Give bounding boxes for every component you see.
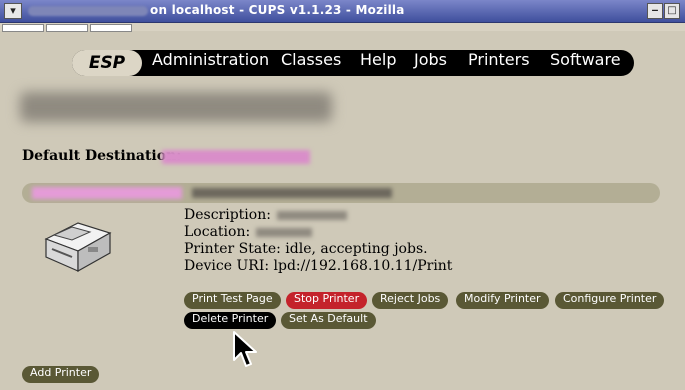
maximize-button[interactable]: □ xyxy=(664,3,680,19)
printer-header-bar xyxy=(22,183,660,203)
redacted-page-heading xyxy=(20,92,332,122)
nav-help[interactable]: Help xyxy=(360,50,396,76)
nav-jobs[interactable]: Jobs xyxy=(414,50,447,76)
redacted-location xyxy=(256,227,313,237)
redacted-description xyxy=(276,210,347,220)
printer-state: Printer State: idle, accepting jobs. xyxy=(184,241,428,257)
window-title: on localhost - CUPS v1.1.23 - Mozilla xyxy=(150,3,405,17)
configure-printer-button[interactable]: Configure Printer xyxy=(555,292,665,309)
mouse-pointer-icon xyxy=(233,331,257,367)
modify-printer-button[interactable]: Modify Printer xyxy=(456,292,549,309)
window-menu-button[interactable]: ▾ xyxy=(4,3,22,19)
printer-details: Description: Location: Printer State: id… xyxy=(184,207,452,275)
tab-strip xyxy=(0,23,685,32)
nav-printers[interactable]: Printers xyxy=(468,50,530,76)
set-as-default-button[interactable]: Set As Default xyxy=(281,312,376,329)
device-uri: Device URI: lpd://192.168.10.11/Print xyxy=(184,258,453,274)
minimize-button[interactable]: ‒ xyxy=(647,3,663,19)
reject-jobs-button[interactable]: Reject Jobs xyxy=(372,292,449,309)
description-label: Description: xyxy=(184,207,271,223)
stop-printer-button[interactable]: Stop Printer xyxy=(286,292,368,309)
nav-software[interactable]: Software xyxy=(550,50,621,76)
location-label: Location: xyxy=(184,224,251,240)
default-destination-label: Default Destination: xyxy=(22,148,182,164)
nav-classes[interactable]: Classes xyxy=(281,50,341,76)
window-titlebar: ▾ on localhost - CUPS v1.1.23 - Mozilla … xyxy=(0,0,685,23)
redacted-printer-info xyxy=(192,188,392,198)
delete-printer-button[interactable]: Delete Printer xyxy=(184,312,277,329)
nav-esp-logo[interactable]: ESP xyxy=(72,50,142,76)
cups-nav-bar: ESP Administration Classes Help Jobs Pri… xyxy=(72,50,634,76)
print-test-page-button[interactable]: Print Test Page xyxy=(184,292,281,309)
tab-chip[interactable] xyxy=(2,24,44,32)
tab-chip[interactable] xyxy=(46,24,88,32)
redacted-title-text xyxy=(28,6,148,16)
add-printer-button[interactable]: Add Printer xyxy=(22,366,100,383)
tab-chip[interactable] xyxy=(90,24,132,32)
default-destination-link[interactable] xyxy=(162,150,310,164)
printer-icon xyxy=(44,222,112,273)
nav-administration[interactable]: Administration xyxy=(152,50,269,76)
printer-name-link[interactable] xyxy=(32,187,182,199)
